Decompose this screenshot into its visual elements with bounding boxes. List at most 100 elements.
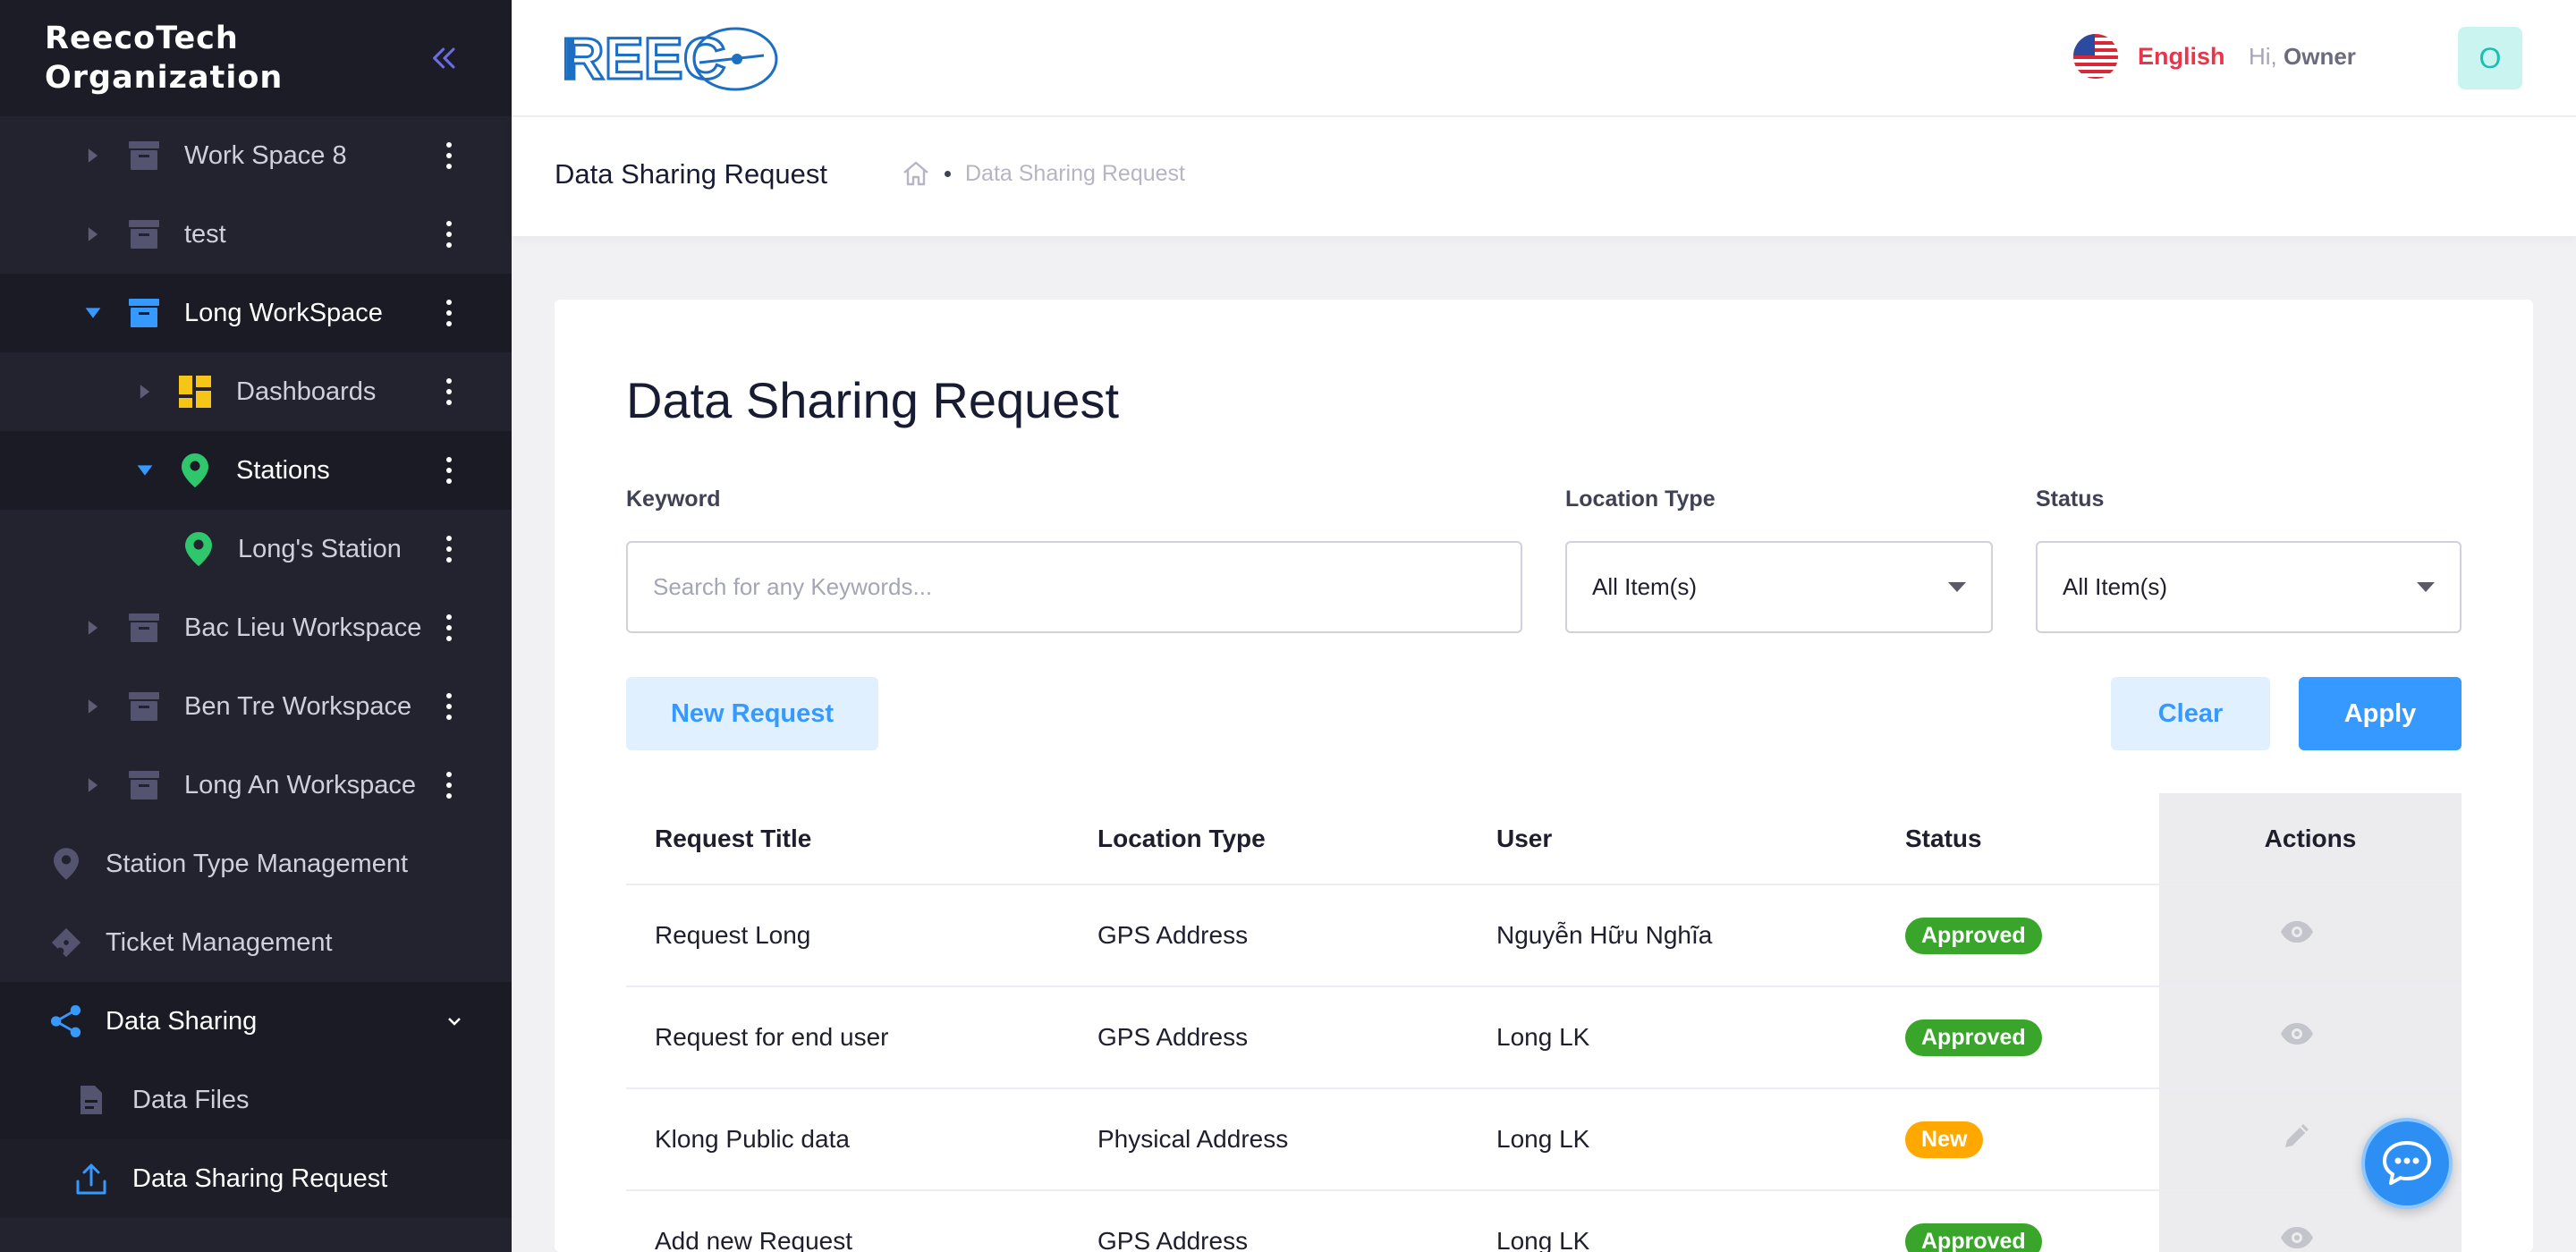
cell-actions (2159, 885, 2462, 986)
more-options-icon[interactable] (436, 687, 462, 726)
sidebar-item-work-space-8[interactable]: Work Space 8 (0, 116, 512, 195)
greeting-text: Hi, (2249, 43, 2277, 70)
language-selector[interactable]: English (2073, 34, 2225, 79)
keyword-search-input[interactable]: Search for any Keywords... (626, 541, 1522, 633)
status-badge: New (1905, 1121, 1984, 1158)
us-flag-icon (2073, 34, 2118, 79)
caret-right-icon[interactable] (82, 145, 104, 166)
cell-status: Approved (1905, 987, 2042, 1087)
more-options-icon[interactable] (436, 451, 462, 490)
pencil-icon (2285, 1124, 2309, 1147)
requests-table: Request Title Location Type User Status … (626, 793, 2462, 1252)
sidebar-item-label: Bac Lieu Workspace (184, 613, 422, 642)
more-options-icon[interactable] (436, 215, 462, 254)
folder-box-icon (128, 218, 160, 250)
new-request-button[interactable]: New Request (626, 677, 878, 750)
caret-right-icon[interactable] (134, 381, 156, 402)
column-header-request-title[interactable]: Request Title (655, 793, 811, 884)
status-badge: Approved (1905, 917, 2042, 954)
location-type-select[interactable]: All Item(s) (1565, 541, 1993, 633)
view-button[interactable] (2275, 1215, 2319, 1252)
caret-right-icon[interactable] (82, 224, 104, 245)
chevron-down-icon[interactable] (444, 1011, 465, 1032)
folder-box-icon (128, 297, 160, 329)
column-header-user[interactable]: User (1496, 793, 1552, 884)
more-options-icon[interactable] (436, 293, 462, 333)
home-icon[interactable] (902, 160, 930, 187)
chat-button[interactable] (2361, 1118, 2453, 1209)
sidebar-item-stations[interactable]: Stations (0, 431, 512, 510)
cell-request-title: Klong Public data (655, 1125, 850, 1153)
more-options-icon[interactable] (436, 529, 462, 569)
column-header-status[interactable]: Status (1905, 793, 1982, 884)
sidebar-item-ticket-management[interactable]: Ticket Management (0, 903, 512, 982)
caret-down-icon[interactable] (82, 302, 104, 324)
more-options-icon[interactable] (436, 608, 462, 647)
sidebar-item-label: Data Files (132, 1085, 250, 1114)
reeco-logo[interactable]: REEC (556, 23, 780, 93)
clear-button[interactable]: Clear (2111, 677, 2270, 750)
sidebar-item-data-files[interactable]: Data Files (0, 1061, 512, 1139)
more-options-icon[interactable] (436, 766, 462, 805)
collapse-sidebar-button[interactable] (422, 36, 467, 80)
sidebar-item-label: Dashboards (236, 376, 377, 406)
cell-status: New (1905, 1089, 1984, 1189)
subheader-title: Data Sharing Request (555, 158, 828, 190)
view-button[interactable] (2275, 909, 2319, 954)
sidebar: ReecoTech Organization Work Space 8 test… (0, 0, 512, 1252)
sidebar-item-longs-station[interactable]: Long's Station (0, 510, 512, 588)
caret-down-icon[interactable] (134, 460, 156, 481)
table-row[interactable]: Klong Public data Physical Address Long … (626, 1089, 2462, 1191)
cell-location-type: GPS Address (1097, 921, 1249, 949)
upload-icon (75, 1163, 107, 1195)
actions-header-label: Actions (2264, 824, 2357, 852)
apply-button[interactable]: Apply (2299, 677, 2462, 750)
table-row[interactable]: Request for end user GPS Address Long LK… (626, 987, 2462, 1089)
sidebar-item-data-sharing-request[interactable]: Data Sharing Request (0, 1139, 512, 1218)
sidebar-item-long-an-workspace[interactable]: Long An Workspace (0, 746, 512, 825)
more-options-icon[interactable] (436, 136, 462, 175)
top-header: REEC English Hi, Owner O (512, 0, 2576, 116)
user-name: Owner (2284, 43, 2356, 70)
table-row[interactable]: Add new Request GPS Address Long LK Appr… (626, 1191, 2462, 1252)
table-row[interactable]: Request Long GPS Address Nguyễn Hữu Nghĩ… (626, 885, 2462, 987)
sidebar-item-label: Long An Workspace (184, 770, 417, 799)
status-select[interactable]: All Item(s) (2036, 541, 2462, 633)
column-header-actions: Actions (2159, 793, 2462, 884)
cell-user: Long LK (1496, 1125, 1590, 1153)
share-icon (50, 1005, 82, 1037)
avatar[interactable]: O (2458, 27, 2522, 89)
cell-request-title: Request Long (655, 921, 811, 949)
view-button[interactable] (2275, 1011, 2319, 1056)
cell-location-type: GPS Address (1097, 1023, 1249, 1051)
sidebar-item-dashboards[interactable]: Dashboards (0, 352, 512, 431)
sidebar-item-label: Ticket Management (106, 927, 333, 957)
sidebar-item-station-type-management[interactable]: Station Type Management (0, 825, 512, 903)
sidebar-item-label: Stations (236, 455, 330, 485)
sidebar-item-test[interactable]: test (0, 195, 512, 274)
location-pin-icon (50, 848, 82, 880)
subheader: Data Sharing Request Data Sharing Reques… (512, 117, 2576, 236)
table-header: Request Title Location Type User Status … (626, 793, 2462, 885)
caret-right-icon[interactable] (82, 617, 104, 639)
caret-right-icon[interactable] (82, 774, 104, 796)
eye-icon (2281, 1023, 2313, 1045)
breadcrumb-current[interactable]: Data Sharing Request (965, 161, 1185, 187)
edit-button[interactable] (2275, 1113, 2319, 1158)
sidebar-item-ben-tre-workspace[interactable]: Ben Tre Workspace (0, 667, 512, 746)
user-greeting: Hi, Owner (2249, 43, 2356, 71)
sidebar-item-long-workspace[interactable]: Long WorkSpace (0, 274, 512, 352)
sidebar-item-label: Data Sharing (106, 1006, 258, 1036)
sidebar-item-bac-lieu-workspace[interactable]: Bac Lieu Workspace (0, 588, 512, 667)
status-badge: Approved (1905, 1019, 2042, 1056)
cell-status: Approved (1905, 1191, 2042, 1252)
caret-right-icon[interactable] (82, 696, 104, 717)
more-options-icon[interactable] (436, 372, 462, 411)
location-type-label: Location Type (1565, 486, 1716, 512)
cell-request-title: Request for end user (655, 1023, 889, 1051)
main-card: Data Sharing Request Keyword Search for … (555, 300, 2533, 1252)
column-header-location-type[interactable]: Location Type (1097, 793, 1266, 884)
sidebar-item-data-sharing[interactable]: Data Sharing (0, 982, 512, 1061)
cell-user: Nguyễn Hữu Nghĩa (1496, 921, 1713, 949)
page-title: Data Sharing Request (626, 372, 1120, 428)
